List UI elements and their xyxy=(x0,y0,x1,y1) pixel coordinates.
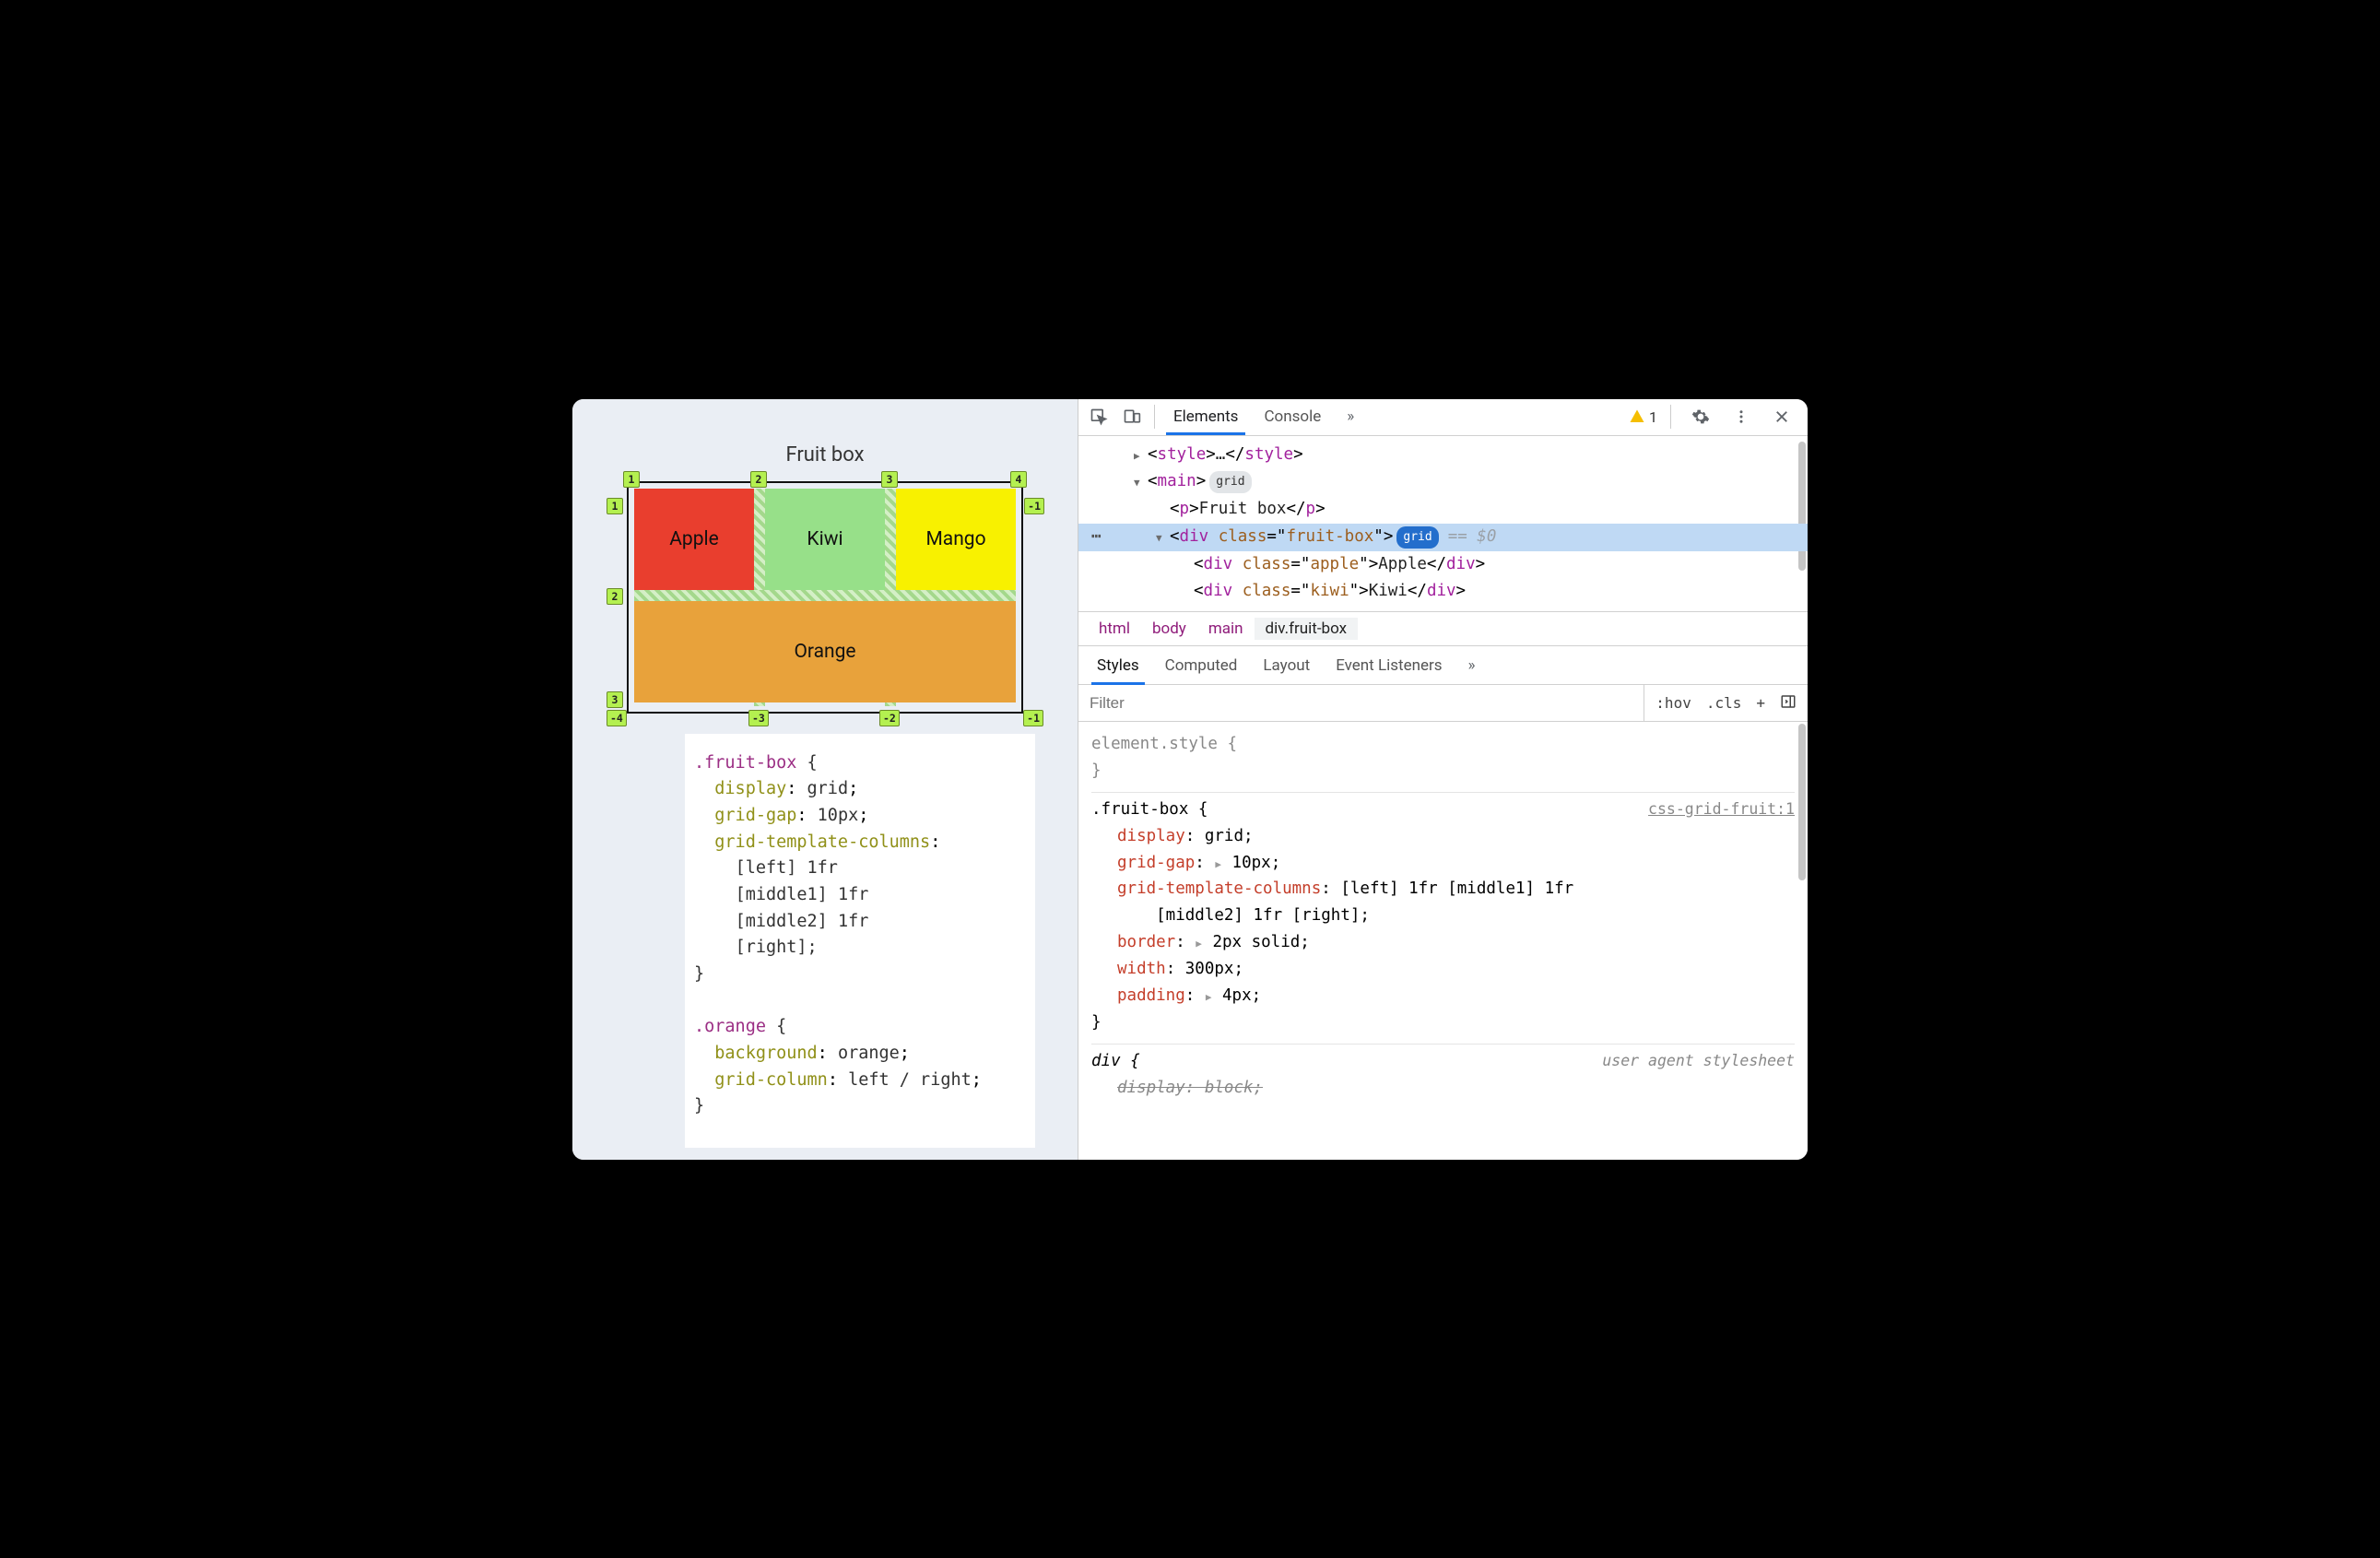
kebab-menu-icon[interactable] xyxy=(1725,400,1758,433)
devtools-panel: Elements Console » 1 xyxy=(1078,399,1808,1160)
grid-line-col-4: 4 xyxy=(1010,471,1027,488)
grid-line-col-3: 3 xyxy=(881,471,898,488)
devtools-window: Fruit box Apple Kiwi Mango Orange 1 2 3 … xyxy=(572,399,1808,1160)
grid-line-neg4: -4 xyxy=(607,710,627,726)
dom-breadcrumb: htmlbodymaindiv.fruit-box xyxy=(1078,611,1808,646)
selector-text: div xyxy=(1091,1052,1121,1070)
breadcrumb-item[interactable]: div.fruit-box xyxy=(1255,618,1359,640)
scrollbar-thumb[interactable] xyxy=(1798,442,1806,571)
grid-line-neg1: -1 xyxy=(1023,710,1043,726)
dom-node-row[interactable]: ▶<style>…</style> xyxy=(1078,442,1808,469)
rendered-page-pane: Fruit box Apple Kiwi Mango Orange 1 2 3 … xyxy=(572,399,1078,1160)
styles-tabs-overflow-icon[interactable]: » xyxy=(1455,646,1489,685)
breadcrumb-item[interactable]: body xyxy=(1141,618,1197,640)
tab-elements[interactable]: Elements xyxy=(1161,399,1251,436)
dom-node-row[interactable]: <div class="apple">Apple</div> xyxy=(1078,551,1808,579)
grid-line-row-1: 1 xyxy=(607,498,623,514)
rule-user-agent[interactable]: div { user agent stylesheet display: blo… xyxy=(1091,1045,1795,1109)
grid-line-row-2: 2 xyxy=(607,588,623,605)
style-declaration[interactable]: display: block; xyxy=(1091,1075,1795,1102)
styles-filter-row: :hov .cls + xyxy=(1078,685,1808,722)
toolbar-separator xyxy=(1670,405,1671,429)
dom-node-row[interactable]: ▼<div class="fruit-box">grid== $0 xyxy=(1078,524,1808,551)
styles-tab-styles[interactable]: Styles xyxy=(1084,646,1152,685)
breadcrumb-item[interactable]: main xyxy=(1197,618,1255,640)
grid-line-col-1: 1 xyxy=(623,471,640,488)
inspect-element-icon[interactable] xyxy=(1082,400,1115,433)
cell-mango: Mango xyxy=(896,489,1016,590)
computed-sidebar-toggle-icon[interactable] xyxy=(1776,693,1800,714)
cell-apple: Apple xyxy=(634,489,754,590)
grid-line-neg3: -3 xyxy=(748,710,769,726)
rule-source-user-agent: user agent stylesheet xyxy=(1602,1048,1795,1075)
device-toggle-icon[interactable] xyxy=(1115,400,1149,433)
grid-line-col-2: 2 xyxy=(750,471,767,488)
selector-text: .fruit-box xyxy=(1091,800,1188,819)
style-declaration[interactable]: grid-gap: ▶ 10px; xyxy=(1091,850,1795,877)
toolbar-separator xyxy=(1154,405,1155,429)
styles-tab-event-listeners[interactable]: Event Listeners xyxy=(1323,646,1455,685)
styles-filter-input[interactable] xyxy=(1078,685,1644,721)
grid-overlay-container: Apple Kiwi Mango Orange 1 2 3 4 -1 1 2 3… xyxy=(627,481,1023,714)
style-declaration[interactable]: padding: ▶ 4px; xyxy=(1091,983,1795,1009)
scrollbar-thumb[interactable] xyxy=(1798,724,1806,880)
css-source-snippet: .fruit-box { display: grid; grid-gap: 10… xyxy=(685,734,1035,1148)
rule-element-style[interactable]: element.style { } xyxy=(1091,727,1795,793)
rule-fruit-box[interactable]: .fruit-box { css-grid-fruit:1 display: g… xyxy=(1091,793,1795,1045)
cls-toggle[interactable]: .cls xyxy=(1703,694,1746,712)
styles-tab-computed[interactable]: Computed xyxy=(1152,646,1251,685)
dom-node-row[interactable]: <div class="kiwi">Kiwi</div> xyxy=(1078,578,1808,606)
dom-tree[interactable]: ▶<style>…</style>▼<main>grid<p>Fruit box… xyxy=(1078,436,1808,612)
dom-node-row[interactable]: ▼<main>grid xyxy=(1078,468,1808,496)
grid-line-row-3: 3 xyxy=(607,691,623,708)
cell-orange: Orange xyxy=(634,601,1016,702)
grid-gap-horizontal xyxy=(634,590,1016,601)
dom-node-row[interactable]: <p>Fruit box</p> xyxy=(1078,496,1808,524)
style-declaration[interactable]: grid-template-columns: [left] 1fr [middl… xyxy=(1091,876,1795,929)
rule-source-link[interactable]: css-grid-fruit:1 xyxy=(1648,797,1795,823)
add-rule-plus-icon[interactable]: + xyxy=(1752,694,1769,712)
devtools-toolbar: Elements Console » 1 xyxy=(1078,399,1808,436)
styles-filter-tools: :hov .cls + xyxy=(1644,685,1808,721)
warnings-badge[interactable]: 1 xyxy=(1629,408,1657,426)
settings-gear-icon[interactable] xyxy=(1684,400,1717,433)
styles-toolbar: StylesComputedLayoutEvent Listeners» xyxy=(1078,646,1808,685)
grid-line-col-neg1-top: -1 xyxy=(1024,498,1044,514)
styles-body[interactable]: element.style { } .fruit-box { css-grid-… xyxy=(1078,722,1808,1127)
warning-count: 1 xyxy=(1649,408,1657,426)
tab-console[interactable]: Console xyxy=(1251,399,1334,436)
style-declaration[interactable]: width: 300px; xyxy=(1091,956,1795,983)
hov-toggle[interactable]: :hov xyxy=(1652,694,1695,712)
styles-tab-layout[interactable]: Layout xyxy=(1250,646,1323,685)
close-devtools-icon[interactable] xyxy=(1765,400,1798,433)
selector-text: element.style xyxy=(1091,735,1218,753)
cell-kiwi: Kiwi xyxy=(765,489,885,590)
style-declaration[interactable]: border: ▶ 2px solid; xyxy=(1091,929,1795,956)
tabs-overflow-icon[interactable]: » xyxy=(1334,399,1367,436)
style-declaration[interactable]: display: grid; xyxy=(1091,823,1795,850)
grid-line-neg2: -2 xyxy=(879,710,900,726)
page-heading: Fruit box xyxy=(785,443,864,466)
breadcrumb-item[interactable]: html xyxy=(1088,618,1141,640)
